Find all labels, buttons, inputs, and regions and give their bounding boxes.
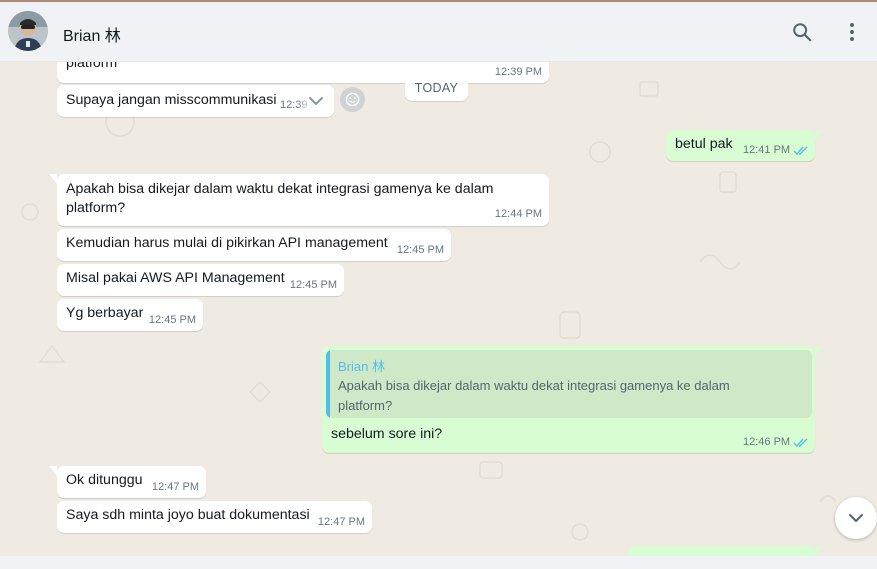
more-vertical-icon — [850, 23, 854, 41]
bubble-tail — [815, 130, 823, 140]
bubble-tail — [49, 466, 57, 476]
message-time: 12:41 PM — [743, 144, 791, 156]
message-time: 12:45 PM — [148, 314, 196, 326]
contact-avatar[interactable] — [8, 11, 48, 51]
message-outgoing-reply[interactable]: Brian 林 Apakah bisa dikejar dalam waktu … — [322, 346, 823, 453]
message-incoming[interactable]: Apakah bisa dikejar dalam waktu dekat in… — [49, 174, 549, 226]
double-check-icon — [793, 438, 808, 448]
person-avatar-icon — [8, 11, 48, 51]
message-incoming[interactable]: Supaya jangan misscommunikasi 12:39 PM — [57, 85, 334, 117]
quoted-author: Brian 林 — [338, 359, 385, 374]
smiley-icon — [345, 92, 360, 107]
message-text: betul pak — [675, 136, 733, 152]
message-time: 12:39 PM — [494, 66, 542, 78]
reaction-button[interactable] — [340, 87, 365, 112]
message-text: Supaya jangan misscommunikasi — [66, 92, 277, 108]
message-incoming[interactable]: Yg berbayar 12:45 PM — [57, 299, 203, 331]
message-text: platform — [66, 62, 118, 71]
message-text: Ok ditunggu — [66, 472, 143, 488]
message-list[interactable]: platform 12:39 PM Supaya jangan misscomm… — [0, 62, 877, 556]
message-text-line: platform? — [66, 200, 126, 216]
bubble-tail — [49, 174, 57, 184]
bubble-tail — [815, 546, 823, 556]
double-check-icon — [793, 146, 808, 156]
quoted-message[interactable]: Brian 林 Apakah bisa dikejar dalam waktu … — [326, 350, 812, 418]
message-incoming[interactable]: Ok ditunggu 12:47 PM — [49, 466, 206, 498]
date-divider: TODAY — [405, 74, 468, 101]
message-incoming[interactable]: platform 12:39 PM — [57, 62, 549, 83]
message-incoming[interactable]: Misal pakai AWS API Management 12:45 PM — [57, 264, 344, 296]
composer-area[interactable] — [0, 556, 877, 569]
message-outgoing[interactable]: betul pak 12:41 PM — [666, 130, 823, 161]
menu-button[interactable] — [838, 18, 866, 46]
message-time: 12:47 PM — [317, 516, 365, 528]
message-time: 12:45 PM — [289, 279, 337, 291]
message-menu-button[interactable] — [307, 93, 325, 109]
chevron-down-icon — [309, 97, 323, 105]
quoted-text-line: Apakah bisa dikejar dalam waktu dekat in… — [338, 378, 730, 393]
quoted-text-line: platform? — [338, 398, 393, 413]
message-time: 12:47 PM — [151, 481, 199, 493]
message-text: Saya sdh minta joyo buat dokumentasi — [66, 507, 310, 523]
bubble-tail — [815, 346, 823, 356]
scroll-to-bottom-button[interactable] — [835, 497, 877, 539]
message-time: 12:45 PM — [396, 244, 444, 256]
message-time-clip: 12:39 PM — [277, 85, 334, 117]
message-incoming[interactable]: Saya sdh minta joyo buat dokumentasi 12:… — [57, 501, 372, 533]
contact-name[interactable]: Brian 林 — [63, 22, 121, 46]
message-outgoing[interactable] — [628, 546, 823, 556]
message-text: sebelum sore ini? — [331, 426, 443, 442]
message-time: 12:46 PM — [743, 436, 791, 448]
message-text: Yg berbayar — [66, 305, 144, 321]
quoted-text: Apakah bisa dikejar dalam waktu dekat in… — [338, 376, 768, 416]
message-time: 12:44 PM — [494, 208, 542, 220]
search-button[interactable] — [788, 18, 816, 46]
message-incoming[interactable]: Kemudian harus mulai di pikirkan API man… — [57, 229, 451, 261]
chat-header: Brian 林 — [0, 2, 877, 62]
quote-accent-bar — [326, 350, 330, 418]
message-text-line: Apakah bisa dikejar dalam waktu dekat in… — [66, 181, 494, 197]
chevron-down-icon — [849, 514, 863, 522]
message-text: Misal pakai AWS API Management — [66, 270, 285, 286]
search-icon — [793, 23, 812, 42]
message-text: Kemudian harus mulai di pikirkan API man… — [66, 235, 388, 251]
